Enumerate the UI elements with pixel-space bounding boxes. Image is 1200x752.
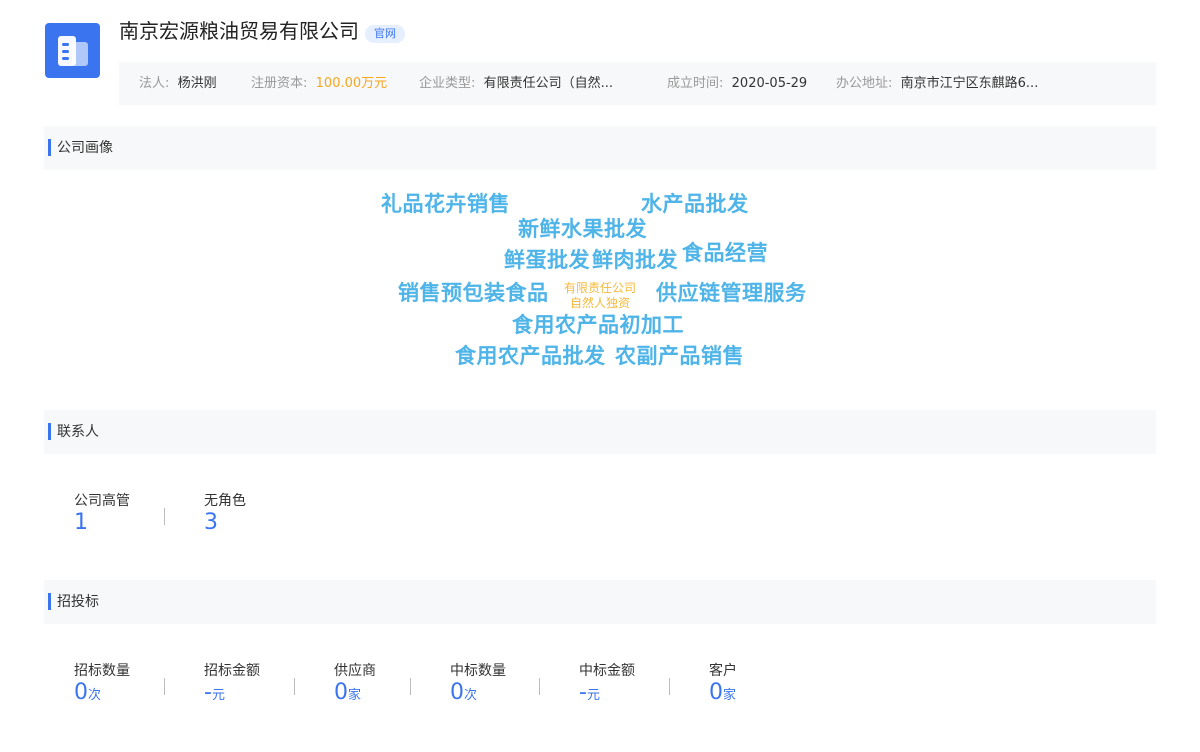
stat-suppliers[interactable]: 供应商 0家 bbox=[334, 662, 376, 706]
section-accent-bar bbox=[48, 139, 51, 156]
tag: 水产品批发 bbox=[641, 192, 749, 216]
stat-win-count[interactable]: 中标数量 0次 bbox=[450, 662, 506, 706]
info-legal-person: 法人: 杨洪刚 bbox=[139, 76, 217, 91]
divider bbox=[164, 508, 165, 525]
tag: 供应链管理服务 bbox=[656, 281, 807, 305]
official-website-link[interactable]: 官网 bbox=[365, 25, 405, 43]
company-profile-page: 南京宏源粮油贸易有限公司 官网 法人: 杨洪刚 注册资本: 100.00万元 企… bbox=[0, 0, 1200, 752]
stat-customers[interactable]: 客户 0家 bbox=[709, 662, 737, 706]
info-office-address: 办公地址: 南京市江宁区东麒路6... bbox=[836, 76, 1039, 91]
section-header-portrait: 公司画像 bbox=[44, 126, 1156, 170]
section-title: 公司画像 bbox=[57, 140, 113, 156]
stat-executives[interactable]: 公司高管 1 bbox=[74, 492, 130, 536]
tag: 鲜肉批发 bbox=[592, 248, 678, 272]
tag: 鲜蛋批发 bbox=[504, 248, 590, 272]
company-info-bar: 法人: 杨洪刚 注册资本: 100.00万元 企业类型: 有限责任公司（自然..… bbox=[119, 62, 1156, 105]
divider bbox=[539, 678, 540, 695]
divider bbox=[410, 678, 411, 695]
divider bbox=[164, 678, 165, 695]
divider bbox=[294, 678, 295, 695]
info-established-date: 成立时间: 2020-05-29 bbox=[667, 76, 808, 91]
tag: 有限责任公司 bbox=[563, 281, 636, 295]
stat-win-amount[interactable]: 中标金额 -元 bbox=[579, 662, 635, 706]
section-header-contacts: 联系人 bbox=[44, 410, 1156, 454]
tag: 食品经营 bbox=[682, 241, 768, 265]
section-title: 招投标 bbox=[57, 594, 99, 610]
section-title: 联系人 bbox=[57, 424, 99, 440]
building-icon bbox=[45, 23, 100, 78]
company-name: 南京宏源粮油贸易有限公司 bbox=[119, 19, 359, 43]
tag: 新鲜水果批发 bbox=[518, 217, 647, 241]
section-accent-bar bbox=[48, 593, 51, 610]
tag: 销售预包装食品 bbox=[398, 281, 549, 305]
stat-no-role[interactable]: 无角色 3 bbox=[204, 492, 246, 536]
stat-tender-count[interactable]: 招标数量 0次 bbox=[74, 662, 130, 706]
stat-tender-amount[interactable]: 招标金额 -元 bbox=[204, 662, 260, 706]
info-company-type: 企业类型: 有限责任公司（自然... bbox=[419, 76, 614, 91]
tag: 礼品花卉销售 bbox=[381, 192, 510, 216]
section-accent-bar bbox=[48, 423, 51, 440]
tag: 农副产品销售 bbox=[615, 344, 744, 368]
tag: 自然人独资 bbox=[569, 296, 630, 310]
info-registered-capital: 注册资本: 100.00万元 bbox=[251, 76, 388, 91]
divider bbox=[669, 678, 670, 695]
section-header-bidding: 招投标 bbox=[44, 580, 1156, 624]
tag: 食用农产品初加工 bbox=[512, 313, 684, 337]
tag: 食用农产品批发 bbox=[455, 344, 606, 368]
